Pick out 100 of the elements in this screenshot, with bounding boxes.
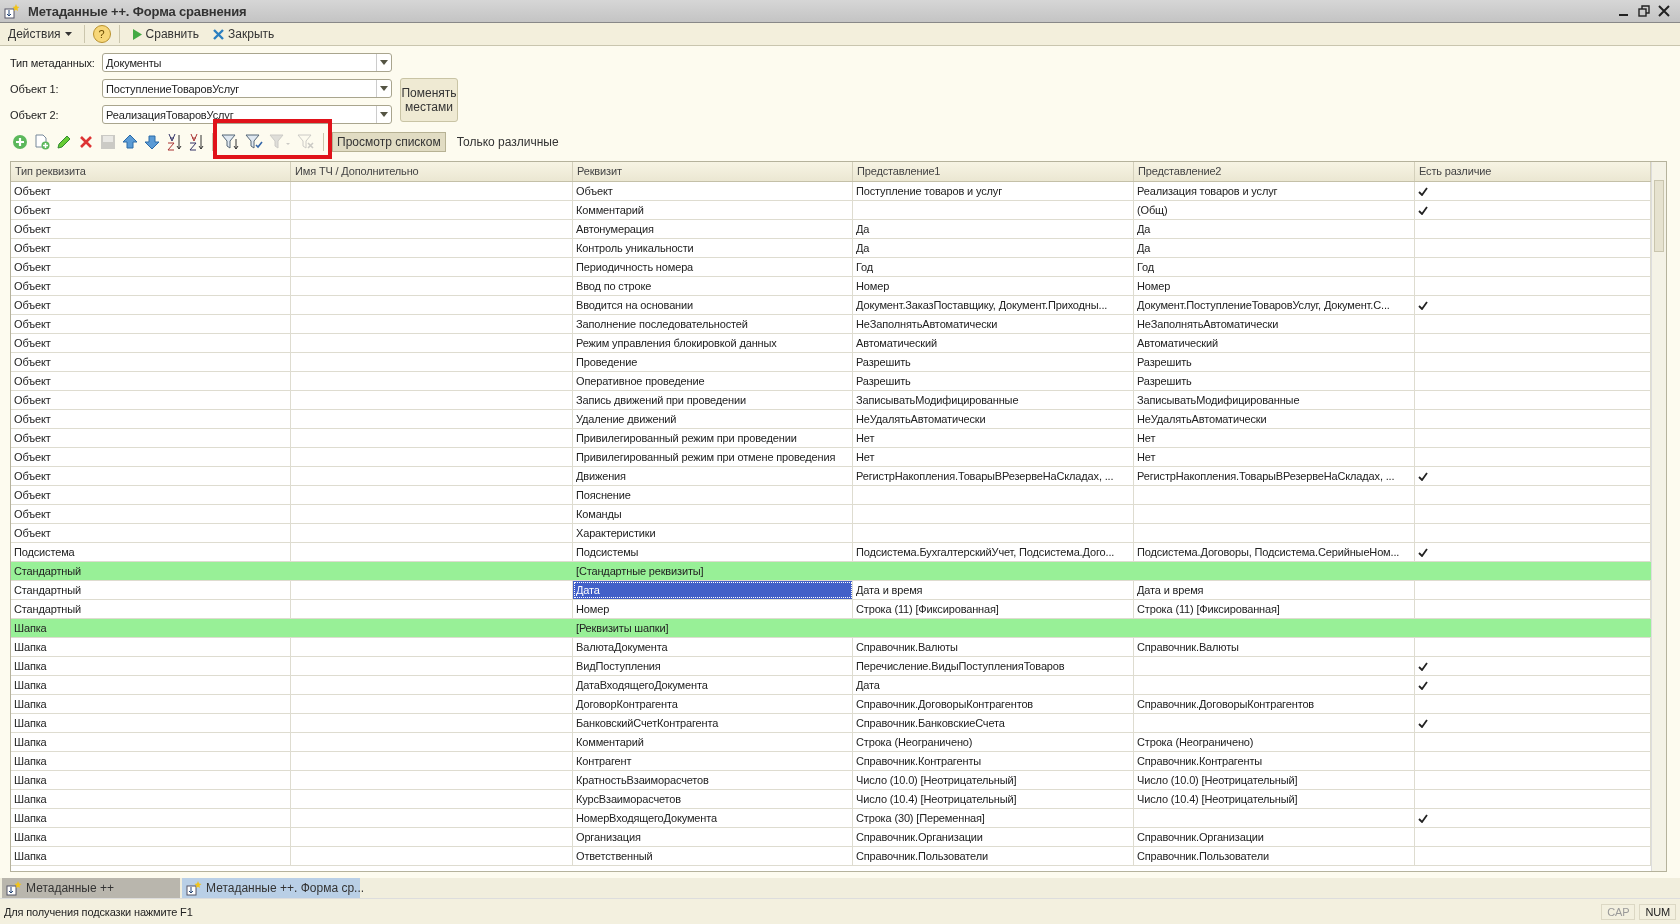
table-cell: Разрешить bbox=[853, 353, 1134, 371]
column-header[interactable]: Представление1 bbox=[853, 162, 1134, 181]
table-cell: Год bbox=[853, 258, 1134, 276]
table-cell: Подсистемы bbox=[573, 543, 853, 561]
table-cell: Год bbox=[1134, 258, 1415, 276]
close-button[interactable]: Закрыть bbox=[209, 26, 279, 42]
help-button[interactable]: ? bbox=[92, 25, 111, 43]
table-cell: Строка (30) [Переменная] bbox=[853, 809, 1134, 827]
table-cell: Привилегированный режим при проведении bbox=[573, 429, 853, 447]
dropdown-field[interactable]: Документы bbox=[102, 53, 392, 72]
toggle-button[interactable]: Просмотр списком bbox=[332, 132, 446, 152]
restore-icon[interactable] bbox=[1638, 5, 1650, 17]
dropdown-field[interactable]: РеализацияТоваровУслуг bbox=[102, 105, 392, 124]
table-cell: Дата bbox=[573, 581, 853, 599]
table-cell: Шапка bbox=[11, 676, 291, 694]
table-cell: Объект bbox=[11, 315, 291, 333]
sort-icon[interactable] bbox=[166, 133, 182, 151]
window-tab[interactable]: Метаданные ++ bbox=[2, 878, 180, 898]
table-cell: Объект bbox=[11, 182, 291, 200]
table-cell: Шапка bbox=[11, 847, 291, 865]
table-cell: Объект bbox=[11, 448, 291, 466]
table-cell: ДоговорКонтрагента bbox=[573, 695, 853, 713]
table-cell: Шапка bbox=[11, 828, 291, 846]
table-cell: Характеристики bbox=[573, 524, 853, 542]
table-cell: Шапка bbox=[11, 657, 291, 675]
table-cell: Шапка bbox=[11, 752, 291, 770]
table-cell: Оперативное проведение bbox=[573, 372, 853, 390]
table-cell: Запись движений при проведении bbox=[573, 391, 853, 409]
table-cell: Реализация товаров и услуг bbox=[1134, 182, 1415, 200]
table-cell: Да bbox=[1134, 220, 1415, 238]
table-cell: Строка (Неограничено) bbox=[853, 733, 1134, 751]
scrollbar[interactable] bbox=[1651, 162, 1666, 871]
table-cell: Да bbox=[853, 220, 1134, 238]
table-cell: Проведение bbox=[573, 353, 853, 371]
table-cell: Подсистема bbox=[11, 543, 291, 561]
pencil-icon[interactable] bbox=[56, 134, 72, 150]
column-header[interactable]: Реквизит bbox=[573, 162, 853, 181]
table-cell: Стандартный bbox=[11, 600, 291, 618]
toggle-button[interactable]: Только различные bbox=[451, 132, 564, 152]
table-cell: Режим управления блокировкой данных bbox=[573, 334, 853, 352]
table-cell: ВалютаДокумента bbox=[573, 638, 853, 656]
table-cell: Объект bbox=[11, 296, 291, 314]
dropdown-arrow-icon bbox=[380, 86, 388, 91]
table-cell: Шапка bbox=[11, 771, 291, 789]
table-cell: Объект bbox=[11, 258, 291, 276]
key-indicator: NUM bbox=[1639, 903, 1676, 920]
table-cell: Шапка bbox=[11, 714, 291, 732]
arrow-up-icon[interactable] bbox=[122, 134, 138, 150]
table-cell-text: [Реквизиты шапки] bbox=[575, 621, 670, 636]
table-cell: Комментарий bbox=[573, 733, 853, 751]
table-cell: Перечисление.ВидыПоступленияТоваров bbox=[853, 657, 1134, 675]
dropdown-field[interactable]: ПоступлениеТоваровУслуг bbox=[102, 79, 392, 98]
table-cell: КурсВзаиморасчетов bbox=[573, 790, 853, 808]
table-cell: Объект bbox=[11, 353, 291, 371]
table-cell: ЗаписыватьМодифицированные bbox=[1134, 391, 1415, 409]
table-cell-text: [Стандартные реквизиты] bbox=[575, 564, 705, 579]
app-icon bbox=[186, 880, 202, 896]
table-cell: Документ.ПоступлениеТоваровУслуг, Документ.С... bbox=[1134, 296, 1415, 314]
table-cell: Справочник.ДоговорыКонтрагентов bbox=[853, 695, 1134, 713]
table-cell: Вводится на основании bbox=[573, 296, 853, 314]
column-header[interactable]: Тип реквизита bbox=[11, 162, 291, 181]
table-cell: Номер bbox=[853, 277, 1134, 295]
table-cell: Объект bbox=[11, 372, 291, 390]
table-cell: Поступление товаров и услуг bbox=[853, 182, 1134, 200]
table-cell: Объект bbox=[11, 277, 291, 295]
window-title: Метаданные ++. Форма сравнения bbox=[28, 3, 247, 19]
table-cell: НеЗаполнятьАвтоматически bbox=[853, 315, 1134, 333]
table-cell: Справочник.Пользователи bbox=[1134, 847, 1415, 865]
table-cell: Да bbox=[1134, 239, 1415, 257]
filter-icon[interactable] bbox=[221, 134, 239, 150]
table-cell: Нет bbox=[1134, 429, 1415, 447]
table-cell: Объект bbox=[11, 486, 291, 504]
table-cell: Контрагент bbox=[573, 752, 853, 770]
table-cell: РегистрНакопления.ТоварыВРезервеНаСкладах, ... bbox=[1134, 467, 1415, 485]
table-cell: НеЗаполнятьАвтоматически bbox=[1134, 315, 1415, 333]
table-cell: Шапка bbox=[11, 809, 291, 827]
table-cell: Движения bbox=[573, 467, 853, 485]
table-cell: Разрешить bbox=[853, 372, 1134, 390]
arrow-down-icon[interactable] bbox=[144, 134, 160, 150]
filter-icon[interactable] bbox=[245, 134, 263, 150]
table-cell: Дата и время bbox=[1134, 581, 1415, 599]
status-text: Для получения подсказки нажмите F1 bbox=[4, 905, 194, 918]
table-cell: РегистрНакопления.ТоварыВРезервеНаСкладах, ... bbox=[853, 467, 1134, 485]
table-cell: ВидПоступления bbox=[573, 657, 853, 675]
actions-menu[interactable]: Действия bbox=[4, 26, 76, 42]
table-cell: Шапка bbox=[11, 790, 291, 808]
field-label: Объект 2: bbox=[10, 108, 60, 121]
table-cell: Ответственный bbox=[573, 847, 853, 865]
delete-icon[interactable] bbox=[78, 134, 94, 150]
table-cell: Да bbox=[853, 239, 1134, 257]
column-header[interactable]: Представление2 bbox=[1134, 162, 1415, 181]
column-header[interactable]: Имя ТЧ / Дополнительно bbox=[291, 162, 573, 181]
swap-button[interactable]: Поменять местами bbox=[400, 78, 458, 122]
table-cell: Строка (Неограничено) bbox=[1134, 733, 1415, 751]
sort-icon[interactable] bbox=[188, 133, 204, 151]
table-cell: Объект bbox=[11, 391, 291, 409]
table-cell: Заполнение последовательностей bbox=[573, 315, 853, 333]
close-icon[interactable] bbox=[1658, 5, 1670, 17]
compare-button[interactable]: Сравнить bbox=[127, 26, 204, 42]
table-cell: Справочник.Контрагенты bbox=[1134, 752, 1415, 770]
